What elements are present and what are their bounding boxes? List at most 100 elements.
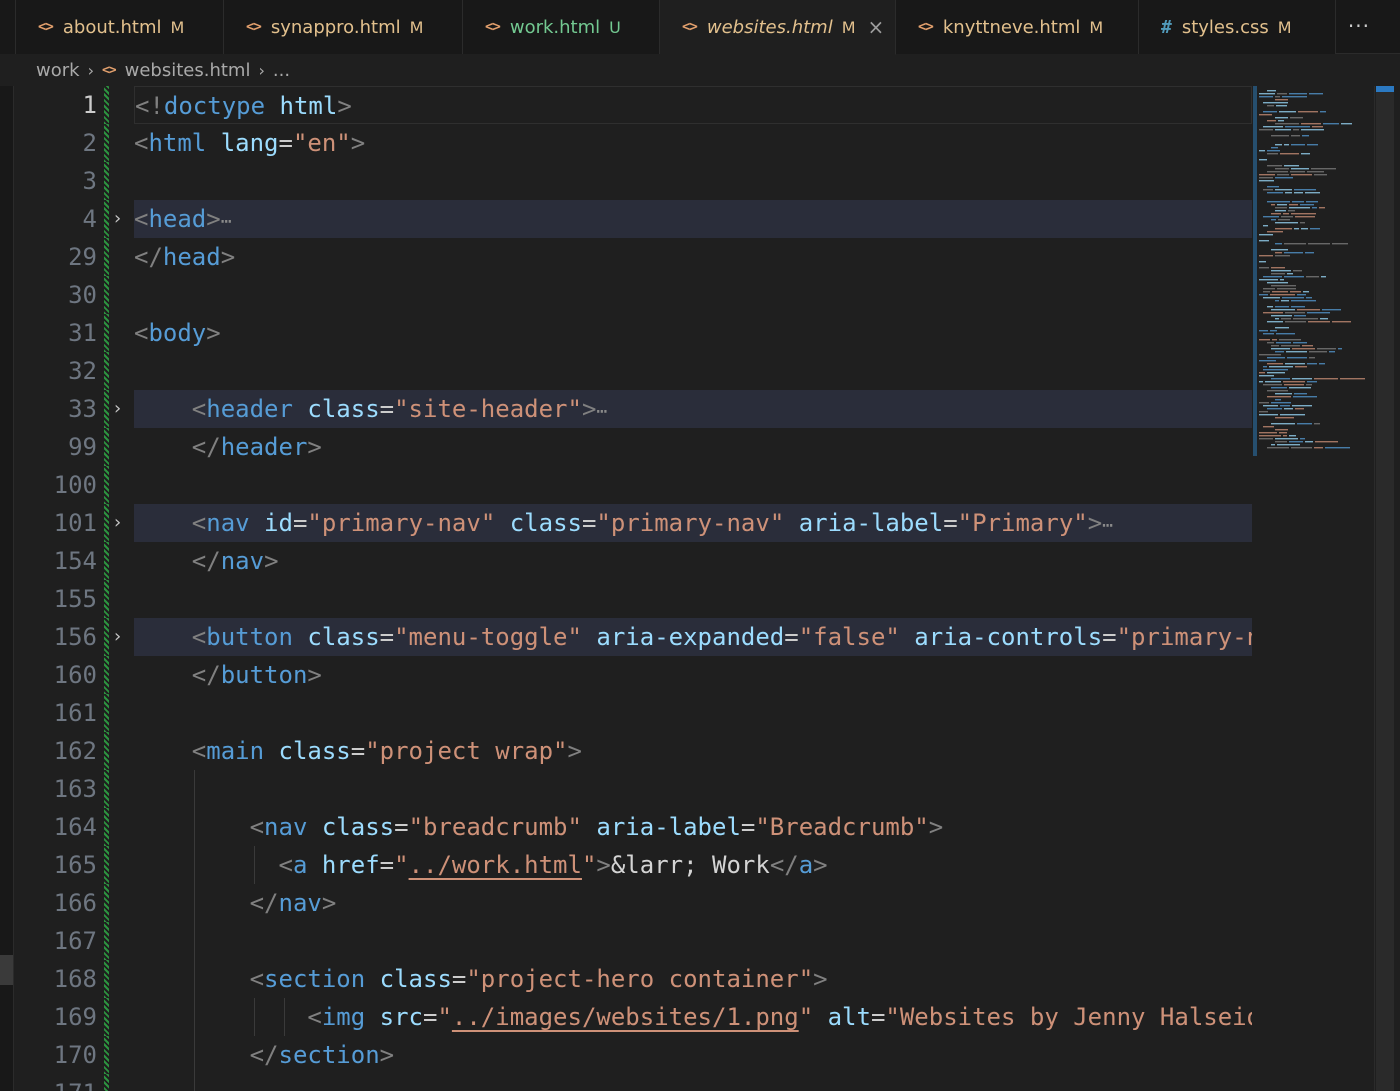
git-added-bar xyxy=(104,542,109,580)
minimap-line xyxy=(1297,294,1306,296)
minimap-line xyxy=(1289,207,1310,209)
minimap-line xyxy=(1293,129,1299,131)
code-text[interactable]: </header> xyxy=(134,428,1252,466)
fold-chevron-icon[interactable]: › xyxy=(114,618,121,656)
minimap-line xyxy=(1272,291,1288,293)
code-text[interactable] xyxy=(134,276,1252,314)
minimap-line xyxy=(1321,276,1326,278)
minimap-line xyxy=(1263,291,1270,293)
minimap-line xyxy=(1275,210,1286,212)
line-number: 31 xyxy=(68,319,97,347)
fold-chevron-icon[interactable]: › xyxy=(114,390,121,428)
code-text[interactable]: </head> xyxy=(134,238,1252,276)
fold-chevron-icon[interactable]: › xyxy=(114,504,121,542)
tab-bar-gap xyxy=(0,0,16,54)
tab-knyttneve-html[interactable]: <> knyttneve.html M xyxy=(896,0,1139,54)
code-text[interactable]: </button> xyxy=(134,656,1252,694)
minimap-line xyxy=(1286,351,1307,353)
minimap-line xyxy=(1307,363,1317,365)
code-text[interactable] xyxy=(134,466,1252,504)
code-text[interactable]: </nav> xyxy=(134,542,1252,580)
minimap-line xyxy=(1302,135,1309,137)
code-text[interactable] xyxy=(134,352,1252,390)
minimap-line xyxy=(1280,414,1305,416)
code-text[interactable]: <img src="../images/websites/1.png" alt=… xyxy=(134,998,1252,1036)
minimap-line xyxy=(1271,273,1285,275)
more-actions-icon[interactable]: ··· xyxy=(1348,14,1370,38)
minimap-line xyxy=(1263,366,1267,368)
line-number: 100 xyxy=(53,471,97,499)
breadcrumb-symbol[interactable]: ... xyxy=(273,60,290,81)
code-text[interactable]: <head>⋯ xyxy=(134,200,1252,238)
minimap-line xyxy=(1259,159,1267,161)
code-text[interactable]: <section class="project-hero container"> xyxy=(134,960,1252,998)
minimap-line xyxy=(1291,174,1312,176)
tab-work-html[interactable]: <> work.html U xyxy=(463,0,660,54)
code-text[interactable] xyxy=(134,1074,1252,1091)
minimap-line xyxy=(1271,147,1278,149)
tab-synappro-html[interactable]: <> synappro.html M xyxy=(224,0,463,54)
minimap-line xyxy=(1271,378,1290,380)
code-text[interactable]: <html lang="en"> xyxy=(134,124,1252,162)
code-line: 165 <a href="../work.html">&larr; Work</… xyxy=(15,846,1400,884)
minimap-line xyxy=(1280,153,1299,155)
git-added-bar xyxy=(104,390,109,428)
code-line: 170 </section> xyxy=(15,1036,1400,1074)
minimap-line xyxy=(1305,441,1313,443)
code-text[interactable] xyxy=(134,922,1252,960)
git-added-bar xyxy=(104,86,109,124)
tab-about-html[interactable]: <> about.html M xyxy=(16,0,224,54)
tab-styles-css[interactable]: # styles.css M xyxy=(1139,0,1336,54)
minimap-line xyxy=(1294,228,1299,230)
minimap-line xyxy=(1267,201,1290,203)
code-line: 161 xyxy=(15,694,1400,732)
code-text[interactable] xyxy=(134,162,1252,200)
code-line: 169 <img src="../images/websites/1.png" … xyxy=(15,998,1400,1036)
line-number: 165 xyxy=(53,851,97,879)
minimap-line xyxy=(1314,447,1323,449)
minimap-line xyxy=(1285,126,1310,128)
code-text[interactable]: <!doctype html> xyxy=(134,86,1252,124)
git-added-bar xyxy=(104,314,109,352)
scrollbar-thumb[interactable] xyxy=(1376,86,1394,1091)
minimap-line xyxy=(1275,306,1289,308)
close-icon[interactable]: × xyxy=(868,17,885,37)
code-text[interactable]: <nav id="primary-nav" class="primary-nav… xyxy=(134,504,1252,542)
code-text[interactable] xyxy=(134,580,1252,618)
code-text[interactable]: <button class="menu-toggle" aria-expande… xyxy=(134,618,1252,656)
minimap-line xyxy=(1289,441,1303,443)
code-text[interactable] xyxy=(134,770,1252,808)
minimap-line xyxy=(1259,354,1281,356)
breadcrumb-file[interactable]: websites.html xyxy=(125,60,251,81)
minimap-line xyxy=(1309,357,1315,359)
code-editor[interactable]: 1 <!doctype html> 2 <html lang="en"> 3 4… xyxy=(15,86,1400,1091)
minimap-line xyxy=(1298,111,1318,113)
minimap[interactable] xyxy=(1253,86,1373,456)
code-text[interactable]: <header class="site-header">⋯ xyxy=(134,390,1252,428)
minimap-line xyxy=(1290,291,1301,293)
git-status-badge: M xyxy=(1089,17,1104,37)
minimap-line xyxy=(1290,171,1305,173)
minimap-line xyxy=(1259,411,1268,413)
code-text[interactable]: <a href="../work.html">&larr; Work</a> xyxy=(134,846,1252,884)
minimap-line xyxy=(1325,447,1350,449)
minimap-slider[interactable] xyxy=(1253,86,1257,456)
code-text[interactable]: <nav class="breadcrumb" aria-label="Brea… xyxy=(134,808,1252,846)
minimap-line xyxy=(1281,300,1289,302)
line-number: 168 xyxy=(53,965,97,993)
minimap-line xyxy=(1259,402,1269,404)
minimap-line xyxy=(1278,120,1284,122)
code-text[interactable]: <main class="project wrap"> xyxy=(134,732,1252,770)
breadcrumb-folder[interactable]: work xyxy=(36,60,80,81)
minimap-line xyxy=(1290,117,1303,119)
code-text[interactable]: </section> xyxy=(134,1036,1252,1074)
minimap-line xyxy=(1293,318,1318,320)
minimap-line xyxy=(1275,144,1282,146)
minimap-line xyxy=(1276,342,1291,344)
code-text[interactable]: </nav> xyxy=(134,884,1252,922)
git-added-bar xyxy=(104,808,109,846)
tab-websites-html[interactable]: <> websites.html M × xyxy=(660,0,896,55)
code-text[interactable]: <body> xyxy=(134,314,1252,352)
fold-chevron-icon[interactable]: › xyxy=(114,200,121,238)
code-text[interactable] xyxy=(134,694,1252,732)
